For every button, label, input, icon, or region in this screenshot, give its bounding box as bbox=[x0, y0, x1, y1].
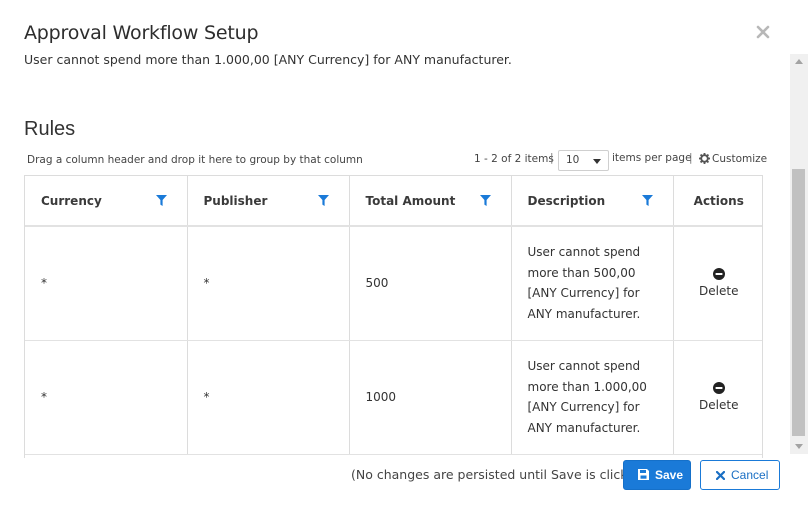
cell-total-amount: 500 bbox=[349, 226, 512, 341]
column-header-total-amount[interactable]: Total Amount bbox=[349, 176, 512, 227]
dialog-subtitle: User cannot spend more than 1.000,00 [AN… bbox=[24, 52, 512, 67]
column-header-label: Total Amount bbox=[365, 193, 456, 208]
pager-separator: | bbox=[689, 152, 693, 164]
description-line: [ANY Currency] for bbox=[527, 286, 640, 301]
description-line: ANY manufacturer. bbox=[527, 420, 641, 435]
customize-label: Customize bbox=[712, 153, 768, 165]
delete-label: Delete bbox=[699, 398, 739, 412]
pager-separator: | bbox=[550, 152, 554, 164]
group-by-hint: Drag a column header and drop it here to… bbox=[27, 154, 363, 166]
customize-button[interactable]: Customize bbox=[699, 153, 767, 165]
cell-description: User cannot spend more than 1.000,00 [AN… bbox=[511, 340, 674, 455]
filter-icon[interactable] bbox=[155, 195, 167, 206]
scroll-down-icon[interactable] bbox=[795, 444, 803, 449]
table-row: * * 1000 User cannot spend more than 1.0… bbox=[25, 340, 762, 455]
filter-icon[interactable] bbox=[641, 195, 653, 206]
dialog-title: Approval Workflow Setup bbox=[24, 22, 259, 44]
description-line: [ANY Currency] for bbox=[527, 400, 640, 414]
cell-publisher: * bbox=[187, 226, 350, 341]
cancel-button[interactable]: Cancel bbox=[700, 460, 780, 490]
column-header-label: Actions bbox=[693, 193, 744, 208]
cell-actions: Delete bbox=[673, 226, 762, 341]
save-label: Save bbox=[655, 468, 684, 482]
vertical-scrollbar[interactable] bbox=[790, 54, 808, 454]
description-line: more than 1.000,00 bbox=[527, 379, 647, 394]
column-header-currency[interactable]: Currency bbox=[25, 176, 188, 227]
cell-total-amount: 1000 bbox=[349, 340, 512, 455]
cancel-label: Cancel bbox=[731, 468, 769, 482]
column-header-publisher[interactable]: Publisher bbox=[187, 176, 350, 227]
save-hint: (No changes are persisted until Save is … bbox=[351, 467, 648, 482]
rules-grid: Currency Publisher Total Amount Descript… bbox=[24, 175, 763, 458]
cell-publisher: * bbox=[187, 340, 350, 455]
page-size-value: 10 bbox=[566, 154, 580, 166]
description-line: User cannot spend bbox=[527, 245, 641, 260]
gear-icon bbox=[699, 153, 710, 164]
description-line: ANY manufacturer. bbox=[527, 306, 641, 321]
approval-workflow-dialog: Approval Workflow Setup User cannot spen… bbox=[0, 0, 790, 514]
column-header-actions: Actions bbox=[673, 176, 762, 227]
cell-currency: * bbox=[25, 226, 188, 341]
chevron-down-icon bbox=[593, 159, 601, 164]
description-line: User cannot spend bbox=[527, 359, 641, 373]
delete-button[interactable]: Delete bbox=[699, 268, 738, 298]
column-header-label: Publisher bbox=[203, 193, 268, 208]
minus-circle-icon bbox=[712, 382, 725, 394]
save-icon bbox=[638, 469, 649, 480]
cell-currency: * bbox=[25, 340, 188, 455]
scroll-up-icon[interactable] bbox=[795, 59, 803, 64]
pager-range: 1 - 2 of 2 items bbox=[474, 153, 554, 165]
close-icon bbox=[716, 471, 725, 480]
items-per-page-label: items per page bbox=[612, 152, 692, 164]
cell-actions: Delete bbox=[673, 340, 762, 455]
filter-icon[interactable] bbox=[479, 195, 491, 206]
description-line: more than 500,00 bbox=[527, 265, 636, 280]
page-size-select[interactable]: 10 bbox=[558, 150, 609, 171]
rules-heading: Rules bbox=[24, 118, 76, 140]
save-button[interactable]: Save bbox=[623, 460, 691, 490]
close-icon[interactable] bbox=[756, 24, 776, 44]
scrollbar-thumb[interactable] bbox=[792, 169, 805, 436]
column-header-label: Currency bbox=[41, 193, 102, 208]
cell-description: User cannot spend more than 500,00 [ANY … bbox=[511, 226, 674, 341]
column-header-description[interactable]: Description bbox=[511, 176, 674, 227]
delete-button[interactable]: Delete bbox=[699, 382, 738, 412]
filter-icon[interactable] bbox=[317, 195, 329, 206]
table-row: * * 500 User cannot spend more than 500,… bbox=[25, 226, 762, 341]
minus-circle-icon bbox=[712, 268, 725, 281]
column-header-label: Description bbox=[527, 193, 606, 208]
delete-label: Delete bbox=[699, 284, 739, 299]
